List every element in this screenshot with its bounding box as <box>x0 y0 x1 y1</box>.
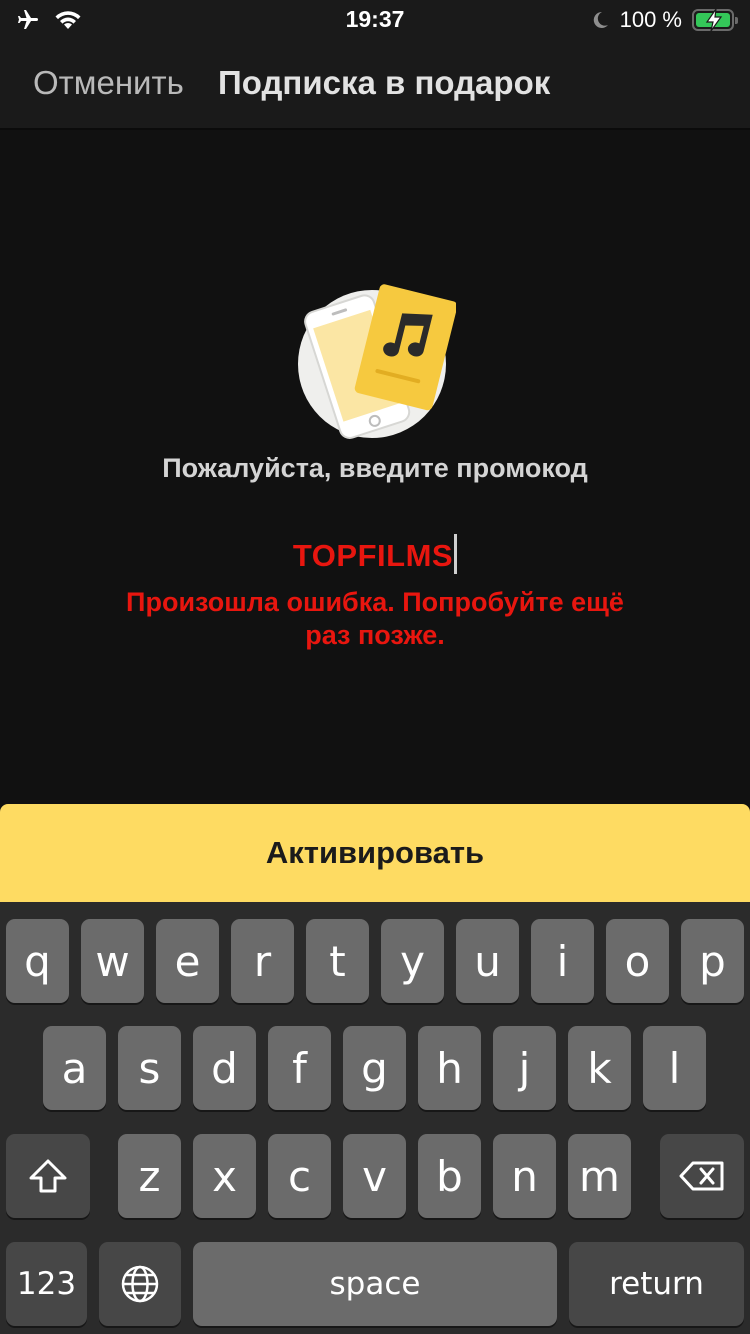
key-e[interactable]: e <box>156 919 219 1003</box>
globe-key[interactable] <box>99 1242 181 1326</box>
key-a[interactable]: a <box>43 1026 106 1110</box>
delete-key[interactable] <box>660 1134 744 1218</box>
key-w[interactable]: w <box>81 919 144 1003</box>
activate-button[interactable]: Активировать <box>0 804 750 902</box>
key-x[interactable]: x <box>193 1134 256 1218</box>
activate-button-label: Активировать <box>265 835 485 870</box>
nav-bar: Отменить Подписка в подарок <box>0 40 750 130</box>
key-u[interactable]: u <box>456 919 519 1003</box>
battery-percent: 100 % <box>619 7 682 32</box>
promo-code-field[interactable]: TOPFILMS <box>0 534 750 574</box>
shift-icon <box>29 1159 67 1193</box>
cancel-button[interactable]: Отменить <box>33 64 184 102</box>
phone-with-music-card-icon <box>298 284 456 439</box>
key-q[interactable]: q <box>6 919 69 1003</box>
moon-icon <box>593 11 608 28</box>
key-k[interactable]: k <box>568 1026 631 1110</box>
return-key[interactable]: return <box>569 1242 744 1326</box>
key-m[interactable]: m <box>568 1134 631 1218</box>
status-right: 100 % <box>590 7 738 33</box>
numbers-key[interactable]: 123 <box>6 1242 87 1326</box>
key-s[interactable]: s <box>118 1026 181 1110</box>
error-line-2: раз позже. <box>305 620 445 650</box>
key-t[interactable]: t <box>306 919 369 1003</box>
key-b[interactable]: b <box>418 1134 481 1218</box>
promo-code-value[interactable]: TOPFILMS <box>293 538 453 574</box>
shift-key[interactable] <box>6 1134 90 1218</box>
error-line-1: Произошла ошибка. Попробуйте ещё <box>126 587 624 617</box>
page-title: Подписка в подарок <box>218 64 551 101</box>
promo-prompt: Пожалуйста, введите промокод <box>162 453 588 483</box>
error-message: Произошла ошибка. Попробуйте ещё раз поз… <box>90 586 660 652</box>
key-i[interactable]: i <box>531 919 594 1003</box>
status-bar: 19:37 100 % <box>0 0 750 40</box>
keyboard: q w e r t y u i o p a s d f g h j k l z … <box>0 902 750 1334</box>
key-l[interactable]: l <box>643 1026 706 1110</box>
key-y[interactable]: y <box>381 919 444 1003</box>
key-h[interactable]: h <box>418 1026 481 1110</box>
key-d[interactable]: d <box>193 1026 256 1110</box>
battery-charging-icon <box>692 8 738 32</box>
bolt-icon <box>705 8 723 32</box>
key-z[interactable]: z <box>118 1134 181 1218</box>
globe-icon <box>121 1265 159 1303</box>
backspace-icon <box>679 1161 724 1191</box>
key-c[interactable]: c <box>268 1134 331 1218</box>
space-key[interactable]: space <box>193 1242 557 1326</box>
key-v[interactable]: v <box>343 1134 406 1218</box>
text-caret <box>454 534 458 574</box>
key-p[interactable]: p <box>681 919 744 1003</box>
key-g[interactable]: g <box>343 1026 406 1110</box>
key-r[interactable]: r <box>231 919 294 1003</box>
key-j[interactable]: j <box>493 1026 556 1110</box>
key-n[interactable]: n <box>493 1134 556 1218</box>
key-o[interactable]: o <box>606 919 669 1003</box>
key-f[interactable]: f <box>268 1026 331 1110</box>
battery-cap <box>735 17 738 24</box>
